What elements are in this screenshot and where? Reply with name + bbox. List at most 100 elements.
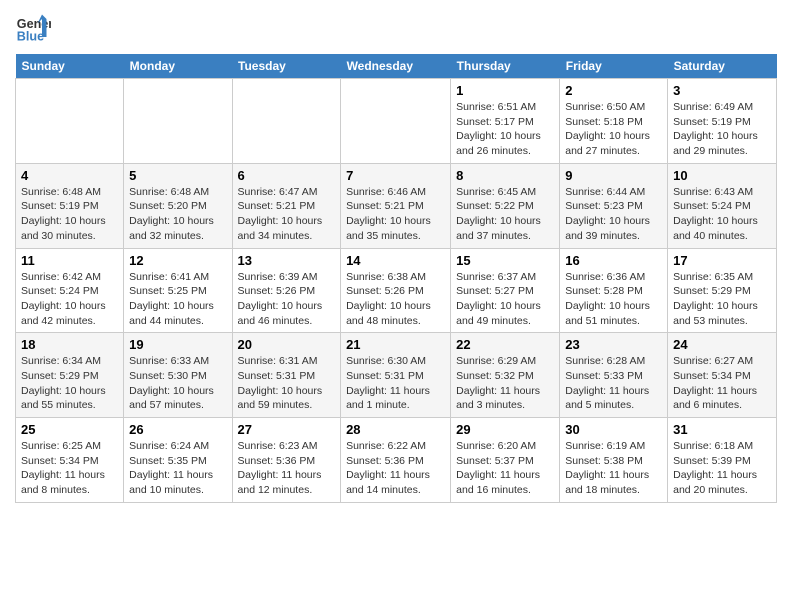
calendar-cell: 14 Sunrise: 6:38 AMSunset: 5:26 PMDayligh… xyxy=(341,248,451,333)
day-number: 4 xyxy=(21,168,118,183)
day-info: Sunrise: 6:39 AMSunset: 5:26 PMDaylight:… xyxy=(238,270,336,329)
calendar-cell: 12 Sunrise: 6:41 AMSunset: 5:25 PMDayligh… xyxy=(124,248,232,333)
day-number: 13 xyxy=(238,253,336,268)
day-info: Sunrise: 6:25 AMSunset: 5:34 PMDaylight:… xyxy=(21,439,118,498)
calendar-cell: 18 Sunrise: 6:34 AMSunset: 5:29 PMDayligh… xyxy=(16,333,124,418)
calendar-cell: 26 Sunrise: 6:24 AMSunset: 5:35 PMDayligh… xyxy=(124,418,232,503)
day-number: 2 xyxy=(565,83,662,98)
day-number: 14 xyxy=(346,253,445,268)
calendar-cell: 21 Sunrise: 6:30 AMSunset: 5:31 PMDayligh… xyxy=(341,333,451,418)
calendar-week-row: 1Sunrise: 6:51 AMSunset: 5:17 PMDaylight… xyxy=(16,79,777,164)
day-number: 21 xyxy=(346,337,445,352)
day-info: Sunrise: 6:35 AMSunset: 5:29 PMDaylight:… xyxy=(673,270,771,329)
day-number: 26 xyxy=(129,422,226,437)
calendar-cell: 27 Sunrise: 6:23 AMSunset: 5:36 PMDayligh… xyxy=(232,418,341,503)
calendar-cell: 6 Sunrise: 6:47 AMSunset: 5:21 PMDaylight… xyxy=(232,163,341,248)
day-info: Sunrise: 6:36 AMSunset: 5:28 PMDaylight:… xyxy=(565,270,662,329)
day-number: 3 xyxy=(673,83,771,98)
day-number: 12 xyxy=(129,253,226,268)
day-info: Sunrise: 6:28 AMSunset: 5:33 PMDaylight:… xyxy=(565,354,662,413)
day-number: 29 xyxy=(456,422,554,437)
calendar-table: SundayMondayTuesdayWednesdayThursdayFrid… xyxy=(15,54,777,503)
calendar-cell: 15 Sunrise: 6:37 AMSunset: 5:27 PMDayligh… xyxy=(451,248,560,333)
calendar-week-row: 18 Sunrise: 6:34 AMSunset: 5:29 PMDayligh… xyxy=(16,333,777,418)
day-info: Sunrise: 6:38 AMSunset: 5:26 PMDaylight:… xyxy=(346,270,445,329)
calendar-cell: 29 Sunrise: 6:20 AMSunset: 5:37 PMDayligh… xyxy=(451,418,560,503)
calendar-week-row: 25Sunrise: 6:25 AMSunset: 5:34 PMDayligh… xyxy=(16,418,777,503)
day-number: 20 xyxy=(238,337,336,352)
day-number: 16 xyxy=(565,253,662,268)
calendar-cell: 2 Sunrise: 6:50 AMSunset: 5:18 PMDaylight… xyxy=(560,79,668,164)
day-number: 15 xyxy=(456,253,554,268)
day-number: 31 xyxy=(673,422,771,437)
day-info: Sunrise: 6:48 AMSunset: 5:20 PMDaylight:… xyxy=(129,185,226,244)
day-info: Sunrise: 6:45 AMSunset: 5:22 PMDaylight:… xyxy=(456,185,554,244)
calendar-header-monday: Monday xyxy=(124,54,232,79)
day-info: Sunrise: 6:23 AMSunset: 5:36 PMDaylight:… xyxy=(238,439,336,498)
day-info: Sunrise: 6:42 AMSunset: 5:24 PMDaylight:… xyxy=(21,270,118,329)
day-info: Sunrise: 6:47 AMSunset: 5:21 PMDaylight:… xyxy=(238,185,336,244)
day-info: Sunrise: 6:33 AMSunset: 5:30 PMDaylight:… xyxy=(129,354,226,413)
calendar-cell xyxy=(341,79,451,164)
day-info: Sunrise: 6:34 AMSunset: 5:29 PMDaylight:… xyxy=(21,354,118,413)
day-info: Sunrise: 6:29 AMSunset: 5:32 PMDaylight:… xyxy=(456,354,554,413)
calendar-header-tuesday: Tuesday xyxy=(232,54,341,79)
day-number: 10 xyxy=(673,168,771,183)
calendar-cell: 30Sunrise: 6:19 AMSunset: 5:38 PMDayligh… xyxy=(560,418,668,503)
calendar-cell: 1Sunrise: 6:51 AMSunset: 5:17 PMDaylight… xyxy=(451,79,560,164)
calendar-cell: 3 Sunrise: 6:49 AMSunset: 5:19 PMDaylight… xyxy=(668,79,777,164)
calendar-header-saturday: Saturday xyxy=(668,54,777,79)
day-number: 7 xyxy=(346,168,445,183)
day-number: 27 xyxy=(238,422,336,437)
day-info: Sunrise: 6:43 AMSunset: 5:24 PMDaylight:… xyxy=(673,185,771,244)
day-info: Sunrise: 6:50 AMSunset: 5:18 PMDaylight:… xyxy=(565,100,662,159)
calendar-week-row: 4Sunrise: 6:48 AMSunset: 5:19 PMDaylight… xyxy=(16,163,777,248)
calendar-cell: 7 Sunrise: 6:46 AMSunset: 5:21 PMDaylight… xyxy=(341,163,451,248)
calendar-header-row: SundayMondayTuesdayWednesdayThursdayFrid… xyxy=(16,54,777,79)
calendar-cell: 8Sunrise: 6:45 AMSunset: 5:22 PMDaylight… xyxy=(451,163,560,248)
day-info: Sunrise: 6:37 AMSunset: 5:27 PMDaylight:… xyxy=(456,270,554,329)
calendar-header-friday: Friday xyxy=(560,54,668,79)
day-number: 23 xyxy=(565,337,662,352)
day-info: Sunrise: 6:24 AMSunset: 5:35 PMDaylight:… xyxy=(129,439,226,498)
day-info: Sunrise: 6:22 AMSunset: 5:36 PMDaylight:… xyxy=(346,439,445,498)
calendar-cell: 31 Sunrise: 6:18 AMSunset: 5:39 PMDayligh… xyxy=(668,418,777,503)
day-info: Sunrise: 6:49 AMSunset: 5:19 PMDaylight:… xyxy=(673,100,771,159)
day-info: Sunrise: 6:41 AMSunset: 5:25 PMDaylight:… xyxy=(129,270,226,329)
calendar-header-thursday: Thursday xyxy=(451,54,560,79)
calendar-cell: 11 Sunrise: 6:42 AMSunset: 5:24 PMDayligh… xyxy=(16,248,124,333)
day-info: Sunrise: 6:44 AMSunset: 5:23 PMDaylight:… xyxy=(565,185,662,244)
page-header: General Blue xyxy=(15,10,777,46)
day-number: 18 xyxy=(21,337,118,352)
day-info: Sunrise: 6:27 AMSunset: 5:34 PMDaylight:… xyxy=(673,354,771,413)
calendar-header-sunday: Sunday xyxy=(16,54,124,79)
calendar-cell: 13 Sunrise: 6:39 AMSunset: 5:26 PMDayligh… xyxy=(232,248,341,333)
day-number: 9 xyxy=(565,168,662,183)
logo: General Blue xyxy=(15,10,55,46)
calendar-cell: 22 Sunrise: 6:29 AMSunset: 5:32 PMDayligh… xyxy=(451,333,560,418)
calendar-header-wednesday: Wednesday xyxy=(341,54,451,79)
day-info: Sunrise: 6:30 AMSunset: 5:31 PMDaylight:… xyxy=(346,354,445,413)
calendar-cell xyxy=(232,79,341,164)
day-number: 1 xyxy=(456,83,554,98)
calendar-cell: 28 Sunrise: 6:22 AMSunset: 5:36 PMDayligh… xyxy=(341,418,451,503)
day-number: 11 xyxy=(21,253,118,268)
day-info: Sunrise: 6:46 AMSunset: 5:21 PMDaylight:… xyxy=(346,185,445,244)
day-info: Sunrise: 6:31 AMSunset: 5:31 PMDaylight:… xyxy=(238,354,336,413)
day-number: 5 xyxy=(129,168,226,183)
calendar-cell: 10 Sunrise: 6:43 AMSunset: 5:24 PMDayligh… xyxy=(668,163,777,248)
day-number: 28 xyxy=(346,422,445,437)
calendar-cell: 4Sunrise: 6:48 AMSunset: 5:19 PMDaylight… xyxy=(16,163,124,248)
calendar-cell: 19Sunrise: 6:33 AMSunset: 5:30 PMDayligh… xyxy=(124,333,232,418)
calendar-cell: 17Sunrise: 6:35 AMSunset: 5:29 PMDayligh… xyxy=(668,248,777,333)
calendar-cell: 25Sunrise: 6:25 AMSunset: 5:34 PMDayligh… xyxy=(16,418,124,503)
day-info: Sunrise: 6:20 AMSunset: 5:37 PMDaylight:… xyxy=(456,439,554,498)
day-number: 22 xyxy=(456,337,554,352)
calendar-cell: 24Sunrise: 6:27 AMSunset: 5:34 PMDayligh… xyxy=(668,333,777,418)
logo-icon: General Blue xyxy=(15,10,51,46)
calendar-cell: 16 Sunrise: 6:36 AMSunset: 5:28 PMDayligh… xyxy=(560,248,668,333)
day-info: Sunrise: 6:18 AMSunset: 5:39 PMDaylight:… xyxy=(673,439,771,498)
calendar-cell xyxy=(16,79,124,164)
day-number: 6 xyxy=(238,168,336,183)
calendar-week-row: 11 Sunrise: 6:42 AMSunset: 5:24 PMDayligh… xyxy=(16,248,777,333)
